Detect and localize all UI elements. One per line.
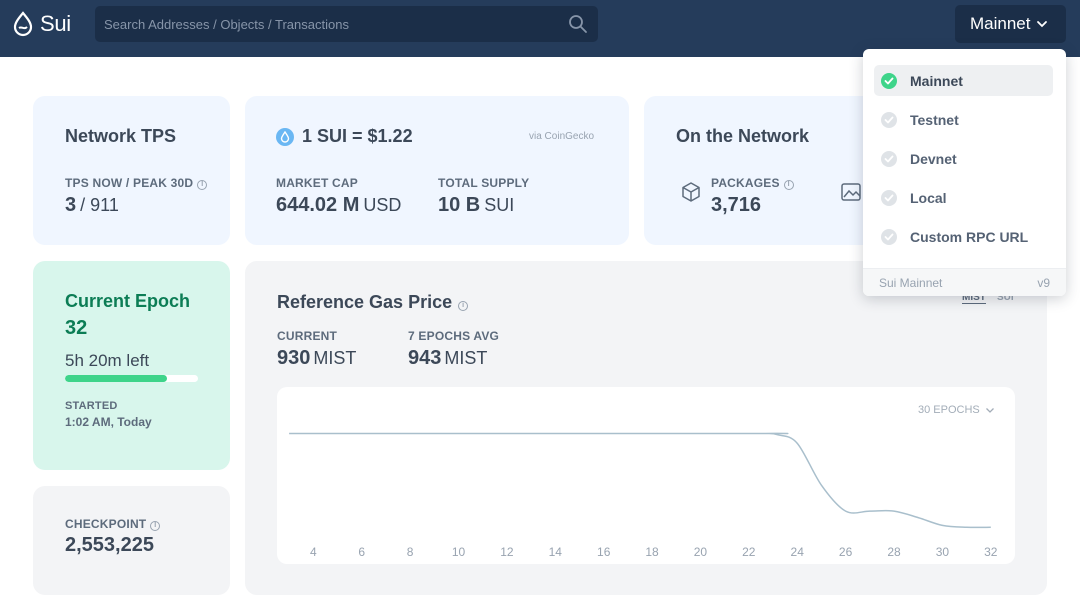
gas-chart-panel: 30 EPOCHS 4 6 8 10 12 14 16 18 20 22 24 26 28 30 32 [277,387,1015,564]
gas-avg-value: 943 MIST [408,347,488,369]
x-tick-label: 12 [500,545,514,559]
chevron-down-icon [1037,21,1048,28]
search-icon[interactable] [568,14,588,34]
logo-text: Sui [40,11,71,36]
epoch-progress-fill [65,375,168,382]
network-dropdown: Mainnet Testnet Devnet Local Custom RPC URL … [863,49,1066,296]
checkpoint-label: CHECKPOINT i [65,517,161,531]
check-icon [881,72,897,89]
tps-label: TPS NOW / PEAK 30D i [65,176,208,190]
epoch-started-label: STARTED [65,400,118,412]
network-option-testnet[interactable]: Testnet [874,104,1053,135]
x-tick-label: 22 [742,545,756,559]
sui-price-card: 1 SUI = $1.22 via CoinGecko MARKET CAP 6… [245,96,629,245]
check-icon [881,228,897,245]
checkpoint-card: CHECKPOINT i 2,553,225 [33,486,230,595]
epoch-title: Current Epoch [65,291,191,311]
x-tick-label: 28 [887,545,901,559]
on-the-network-card: On the Network PACKAGES i 3,716 [644,96,884,245]
network-option-label: Devnet [910,150,957,167]
network-option-custom-rpc-url[interactable]: Custom RPC URL [874,221,1053,252]
dropdown-footer-version: v9 [1037,276,1050,290]
x-tick-label: 6 [358,545,365,559]
sui-coin-icon [276,127,294,146]
epoch-number: 32 [65,317,88,339]
x-tick-label: 10 [452,545,466,559]
sui-price-title: 1 SUI = $1.22 [302,126,413,146]
network-tps-card: Network TPS TPS NOW / PEAK 30D i 3/ 911 [33,96,230,245]
network-option-mainnet[interactable]: Mainnet [874,65,1053,96]
gas-price-chart[interactable]: 4 6 8 10 12 14 16 18 20 22 24 26 28 30 32 [277,387,1015,564]
dropdown-footer-network: Sui Mainnet [879,276,943,290]
info-icon[interactable]: i [150,521,161,531]
sui-price-row: 1 SUI = $1.22 [276,126,413,147]
tps-value: 3/ 911 [65,194,119,216]
check-icon [881,150,897,167]
network-title: On the Network [676,126,810,146]
total-supply-label: TOTAL SUPPLY [438,176,530,190]
gas-price-line [289,432,991,529]
market-cap-label: MARKET CAP [276,176,358,190]
network-option-label: Local [910,189,947,206]
gas-current-value: 930 MIST [277,347,357,369]
network-option-devnet[interactable]: Devnet [874,143,1053,174]
sui-logo[interactable]: Sui [12,11,71,37]
network-option-label: Testnet [910,111,959,128]
packages-value: 3,716 [711,194,762,216]
gas-price-card: Reference Gas Price i MIST SUI CURRENT 93… [245,261,1047,595]
sui-drop-icon [13,11,33,37]
search-input[interactable]: Search Addresses / Objects / Transaction… [95,6,598,42]
network-option-label: Custom RPC URL [910,228,1029,245]
epoch-progress-bar [65,375,198,382]
network-selector-button[interactable]: Mainnet [955,5,1066,43]
check-icon [881,189,897,206]
x-tick-label: 32 [984,545,998,559]
gas-title: Reference Gas Price i [277,292,469,313]
market-cap-value: 644.02 M USD [276,194,402,216]
check-icon [881,111,897,128]
gas-current-label: CURRENT [277,329,338,343]
info-icon[interactable]: i [458,301,469,311]
x-tick-label: 4 [310,545,317,559]
x-tick-label: 14 [549,545,563,559]
network-selector-label: Mainnet [970,14,1031,33]
x-tick-label: 18 [645,545,659,559]
search-placeholder: Search Addresses / Objects / Transaction… [104,17,349,32]
info-icon[interactable]: i [197,180,208,190]
total-supply-value: 10 B SUI [438,194,515,216]
info-icon[interactable]: i [783,180,794,190]
x-tick-label: 20 [694,545,708,559]
epoch-started-value: 1:02 AM, Today [65,415,152,429]
tps-peak: / 911 [80,195,119,215]
network-option-local[interactable]: Local [874,182,1053,213]
packages-label: PACKAGES i [711,176,794,190]
package-icon [682,182,700,202]
dropdown-footer: Sui Mainnet v9 [863,268,1066,296]
x-tick-label: 8 [407,545,414,559]
epoch-time-left: 5h 20m left [65,351,150,370]
x-tick-label: 26 [839,545,853,559]
current-epoch-card[interactable]: Current Epoch 32 5h 20m left STARTED 1:0… [33,261,230,470]
gas-avg-label: 7 EPOCHS AVG [408,329,500,343]
x-tick-label: 24 [791,545,805,559]
network-option-label: Mainnet [910,72,963,89]
tps-title: Network TPS [65,126,177,146]
price-source[interactable]: via CoinGecko [529,131,594,142]
image-icon [841,183,861,201]
checkpoint-value: 2,553,225 [65,534,154,556]
x-tick-label: 30 [936,545,950,559]
x-tick-label: 16 [597,545,611,559]
